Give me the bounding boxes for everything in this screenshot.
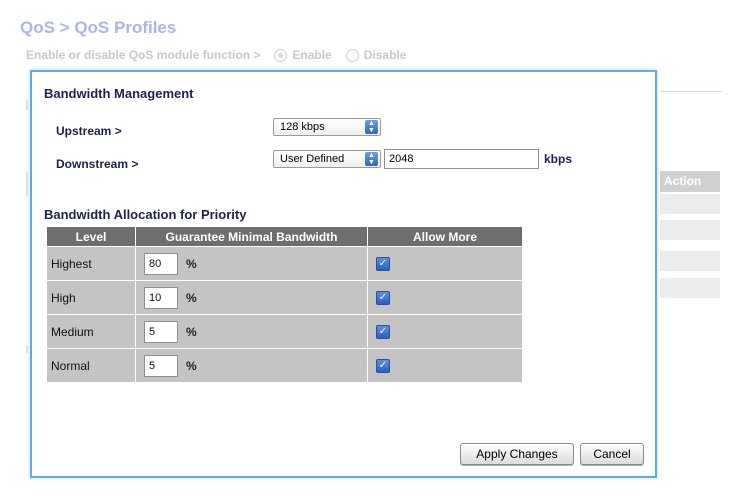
bandwidth-input[interactable]: 5 <box>144 320 178 343</box>
table-row: Normal 5 % ✓ <box>47 349 522 382</box>
level-cell: Medium <box>47 315 135 348</box>
bandwidth-cell: 80 % <box>136 247 367 280</box>
bandwidth-cell: 5 % <box>136 349 367 382</box>
downstream-select-value: User Defined <box>280 153 345 165</box>
background-action-cell <box>660 194 720 214</box>
background-action-cell <box>660 220 720 240</box>
apply-changes-button[interactable]: Apply Changes <box>460 443 574 465</box>
upstream-label: Upstream > <box>56 124 122 138</box>
allow-more-cell: ✓ <box>368 281 522 314</box>
disable-radio[interactable] <box>345 48 359 62</box>
guarantee-header: Guarantee Minimal Bandwidth <box>136 227 367 246</box>
page-title: QoS > QoS Profiles <box>20 18 177 37</box>
allow-more-checkbox[interactable]: ✓ <box>376 256 390 271</box>
allow-more-cell: ✓ <box>368 315 522 348</box>
updown-arrows-icon: ▲ ▼ <box>365 120 378 134</box>
allow-more-cell: ✓ <box>368 247 522 280</box>
updown-arrows-icon: ▲ ▼ <box>365 152 378 166</box>
qos-toggle-label: Enable or disable QoS module function > <box>26 48 261 62</box>
upstream-select-value: 128 kbps <box>280 121 325 133</box>
background-action-cell <box>660 251 720 271</box>
percent-sign: % <box>186 358 197 373</box>
background-edge-mark <box>26 100 28 110</box>
table-header-row: Level Guarantee Minimal Bandwidth Allow … <box>47 227 522 246</box>
level-cell: Normal <box>47 349 135 382</box>
allow-more-header: Allow More <box>368 227 522 246</box>
background-action-header: Action <box>660 171 720 192</box>
bandwidth-input[interactable]: 80 <box>144 252 178 275</box>
disable-option[interactable]: Disable <box>345 48 407 62</box>
percent-sign: % <box>186 324 197 339</box>
downstream-select[interactable]: User Defined ▲ ▼ <box>273 150 381 168</box>
table-row: High 10 % ✓ <box>47 281 522 314</box>
downstream-label: Downstream > <box>56 157 139 171</box>
level-cell: High <box>47 281 135 314</box>
bandwidth-cell: 10 % <box>136 281 367 314</box>
enable-radio[interactable] <box>274 48 288 62</box>
table-row: Medium 5 % ✓ <box>47 315 522 348</box>
level-header: Level <box>47 227 135 246</box>
enable-label: Enable <box>292 48 332 62</box>
allow-more-checkbox[interactable]: ✓ <box>376 324 390 339</box>
downstream-unit: kbps <box>544 152 573 166</box>
level-cell: Highest <box>47 247 135 280</box>
bandwidth-management-title: Bandwidth Management <box>44 86 194 101</box>
background-divider <box>660 91 722 92</box>
background-edge-mark <box>26 172 28 196</box>
percent-sign: % <box>186 256 197 271</box>
bandwidth-allocation-title: Bandwidth Allocation for Priority <box>44 207 247 222</box>
percent-sign: % <box>186 290 197 305</box>
allow-more-cell: ✓ <box>368 349 522 382</box>
allow-more-checkbox[interactable]: ✓ <box>376 290 390 305</box>
bandwidth-input[interactable]: 10 <box>144 286 178 309</box>
cancel-button[interactable]: Cancel <box>580 443 644 465</box>
background-edge-mark <box>26 345 28 353</box>
background-action-cell <box>660 278 720 298</box>
bandwidth-dialog: Bandwidth Management Upstream > 128 kbps… <box>30 70 657 478</box>
downstream-input[interactable]: 2048 <box>384 149 539 169</box>
qos-toggle-row: Enable or disable QoS module function > … <box>26 48 406 62</box>
enable-option[interactable]: Enable <box>274 48 332 62</box>
allow-more-checkbox[interactable]: ✓ <box>376 358 390 373</box>
table-row: Highest 80 % ✓ <box>47 247 522 280</box>
disable-label: Disable <box>363 48 407 62</box>
priority-table: Level Guarantee Minimal Bandwidth Allow … <box>46 226 523 383</box>
bandwidth-input[interactable]: 5 <box>144 354 178 377</box>
bandwidth-cell: 5 % <box>136 315 367 348</box>
upstream-select[interactable]: 128 kbps ▲ ▼ <box>273 118 381 136</box>
